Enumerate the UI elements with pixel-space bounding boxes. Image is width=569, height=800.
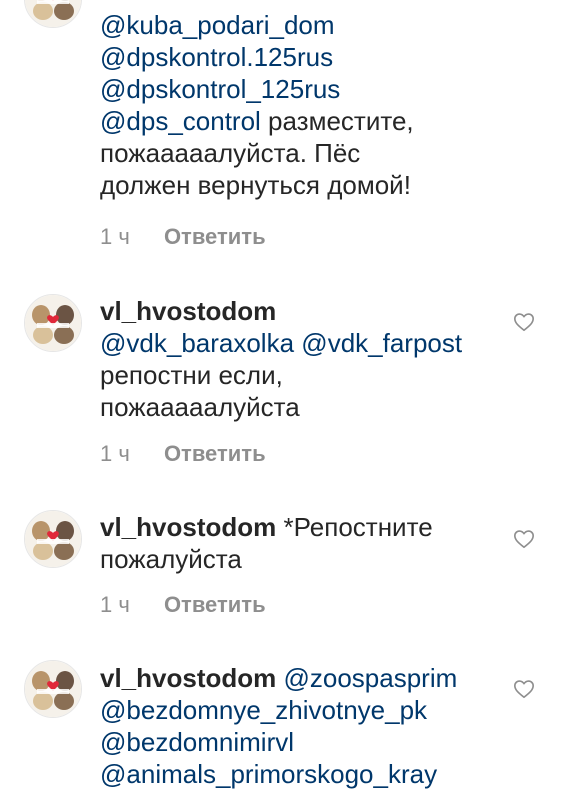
username-link[interactable]: vl_hvostodom xyxy=(100,296,276,326)
mention-link[interactable]: @dps_control xyxy=(100,106,261,136)
comment-line: @kuba_podari_dom xyxy=(100,9,500,41)
like-button[interactable] xyxy=(513,678,535,700)
heart-outline-icon xyxy=(514,313,534,332)
comment-time: 1 ч xyxy=(100,441,130,466)
comment-body-text: репостни если, xyxy=(100,360,283,390)
comment-line: репостни если, xyxy=(100,359,500,391)
comment-body-text: должен вернуться домой! xyxy=(100,170,411,200)
heart-outline-icon xyxy=(514,680,534,699)
comment-meta: 1 ч Ответить xyxy=(100,592,266,618)
avatar[interactable] xyxy=(24,510,82,568)
comment-line: @bezdomnimirvl xyxy=(100,726,500,758)
like-button[interactable] xyxy=(513,311,535,333)
dog-avatar-icon xyxy=(25,295,81,351)
username-link[interactable]: vl_hvostodom xyxy=(100,663,276,693)
comment-line: @bezdomnye_zhivotnye_pk xyxy=(100,694,500,726)
comment-line: должен вернуться домой! xyxy=(100,169,500,201)
comment-time: 1 ч xyxy=(100,592,130,617)
dog-avatar-icon xyxy=(25,661,81,717)
avatar[interactable] xyxy=(24,0,82,28)
reply-button[interactable]: Ответить xyxy=(164,224,266,249)
comment-line: @dpskontrol.125rus xyxy=(100,41,500,73)
username-link[interactable]: vl_hvostodom xyxy=(100,512,276,542)
comment-meta: 1 ч Ответить xyxy=(100,441,266,467)
comment-time: 1 ч xyxy=(100,224,130,249)
mention-link[interactable]: @dpskontrol_125rus xyxy=(100,74,340,104)
comment-body-text: пожааааалуйста xyxy=(100,392,300,422)
heart-outline-icon xyxy=(514,530,534,549)
mention-link[interactable]: @vdk_farpost xyxy=(301,328,462,358)
mention-link[interactable]: @bezdomnimirvl xyxy=(100,727,294,757)
mention-link[interactable]: @kuba_podari_dom xyxy=(100,10,335,40)
comment-text: vl_hvostodom @zoospasprim @bezdomnye_zhi… xyxy=(100,662,500,790)
comment-line: @dps_control разместите, xyxy=(100,105,500,137)
comment-line: @animals_primorskogo_kray xyxy=(100,758,500,790)
like-button[interactable] xyxy=(513,528,535,550)
comment-line: @dpskontrol_125rus xyxy=(100,73,500,105)
comment-meta: 1 ч Ответить xyxy=(100,224,266,250)
mention-link[interactable]: @dpskontrol.125rus xyxy=(100,42,333,72)
dog-avatar-icon xyxy=(25,511,81,567)
comment-line: пожааааалуйста xyxy=(100,391,500,423)
comment-line: vl_hvostodom @zoospasprim xyxy=(100,662,500,694)
comment-line: пожааааалуйста. Пёс xyxy=(100,137,500,169)
comment-text: @kuba_podari_dom @dpskontrol.125rus @dps… xyxy=(100,9,500,201)
comment-body-text: разместите, xyxy=(260,106,414,136)
comment-line: vl_hvostodom xyxy=(100,295,500,327)
mention-link[interactable]: @vdk_baraxolka xyxy=(100,328,294,358)
comment-text: vl_hvostodom @vdk_baraxolka @vdk_farpost… xyxy=(100,295,500,423)
comments-feed: @kuba_podari_dom @dpskontrol.125rus @dps… xyxy=(0,0,569,800)
comment-text: vl_hvostodom *Репостните пожалуйста xyxy=(100,511,500,575)
avatar[interactable] xyxy=(24,294,82,352)
comment-line: @vdk_baraxolka @vdk_farpost xyxy=(100,327,500,359)
comment-body-text: пожааааалуйста. Пёс xyxy=(100,138,361,168)
comment-body-text: пожалуйста xyxy=(100,544,242,574)
comment-body-text: *Репостните xyxy=(276,512,433,542)
comment-line: vl_hvostodom *Репостните xyxy=(100,511,500,543)
mention-link[interactable]: @animals_primorskogo_kray xyxy=(100,759,437,789)
mention-link[interactable]: @bezdomnye_zhivotnye_pk xyxy=(100,695,427,725)
comment-line: пожалуйста xyxy=(100,543,500,575)
reply-button[interactable]: Ответить xyxy=(164,592,266,617)
dog-avatar-icon xyxy=(25,0,81,27)
reply-button[interactable]: Ответить xyxy=(164,441,266,466)
avatar[interactable] xyxy=(24,660,82,718)
mention-link[interactable]: @zoospasprim xyxy=(283,663,457,693)
